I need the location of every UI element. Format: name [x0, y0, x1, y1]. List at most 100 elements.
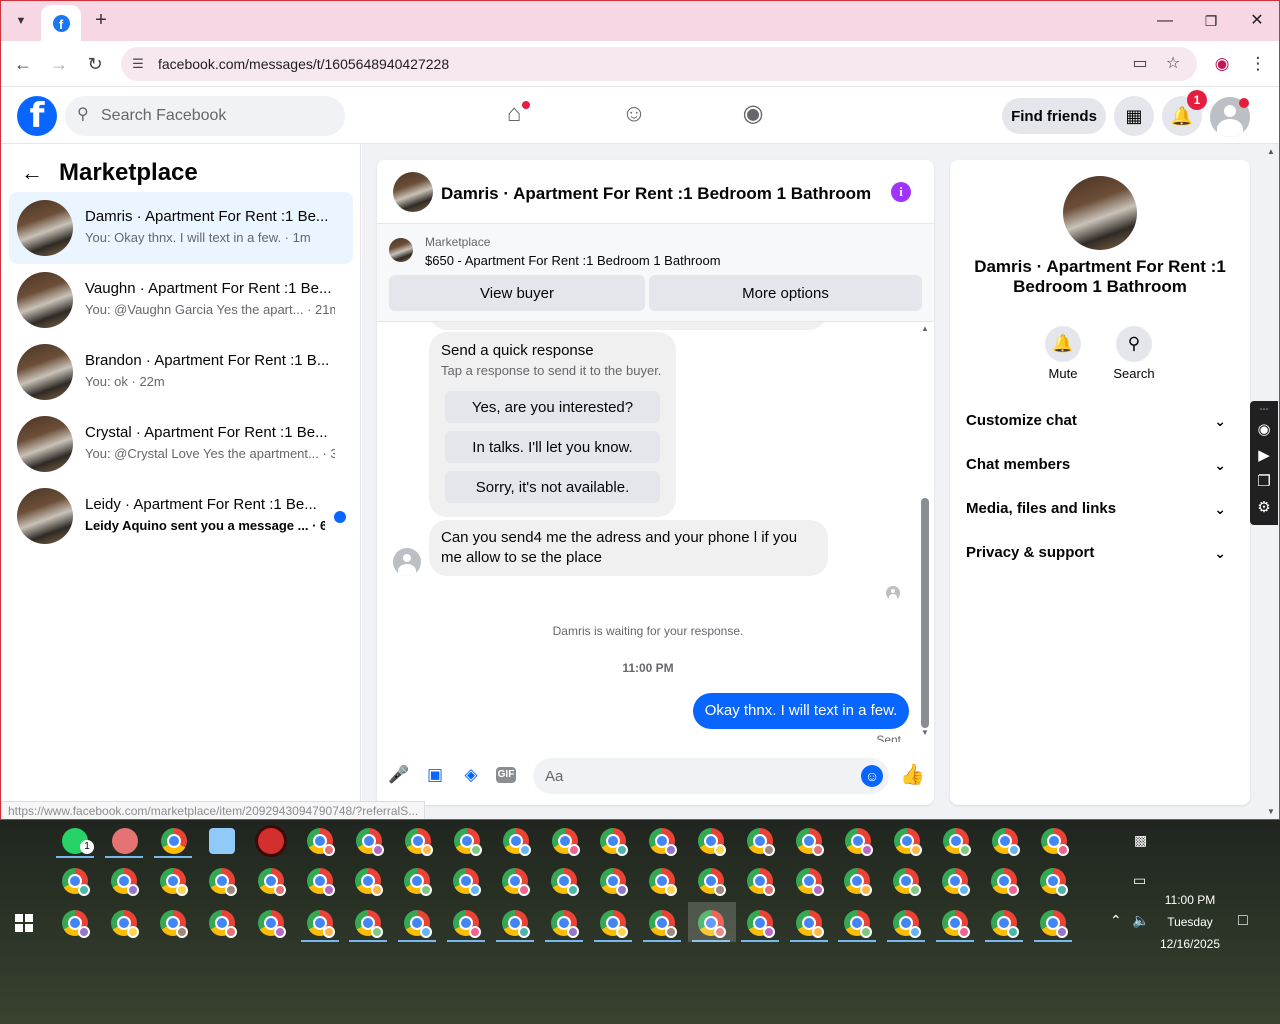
chrome-profile-icon[interactable] [1040, 910, 1068, 938]
profile-icon[interactable]: ◉ [1211, 53, 1233, 75]
chrome-profile-icon[interactable] [991, 828, 1020, 856]
quick-response-option[interactable]: Yes, are you interested? [445, 391, 660, 423]
info-avatar[interactable] [1063, 176, 1137, 250]
chrome-profile-icon[interactable] [306, 910, 335, 938]
clock-date[interactable]: 12/16/2025 [1150, 937, 1230, 951]
chrome-profile-icon[interactable] [306, 868, 335, 896]
chat-info-icon[interactable]: i [891, 182, 911, 202]
chrome-profile-icon[interactable] [453, 868, 482, 896]
install-app-icon[interactable]: ▭ [1130, 54, 1150, 74]
back-arrow-icon[interactable]: ← [21, 160, 43, 186]
address-bar[interactable]: ☰ facebook.com/messages/t/16056489404272… [121, 47, 1197, 81]
microphone-icon[interactable]: 🎤 [388, 764, 410, 786]
chrome-profile-icon[interactable] [942, 868, 971, 896]
window-capture-icon[interactable]: ❐ [1250, 469, 1278, 495]
link-icon[interactable]: ⋯ [1250, 401, 1278, 417]
chrome-profile-icon[interactable] [159, 910, 188, 938]
listing-thumbnail[interactable] [389, 238, 413, 262]
clock-time[interactable]: 11:00 PM [1150, 893, 1230, 907]
meet-now-icon[interactable]: ▩ [1134, 832, 1147, 849]
chrome-profile-icon[interactable] [599, 868, 628, 896]
forward-icon[interactable]: → [46, 51, 72, 77]
windows-start-icon[interactable] [15, 914, 33, 932]
chrome-profile-icon[interactable] [796, 828, 824, 856]
chat-members-section[interactable]: Chat members ⌄ [958, 445, 1242, 485]
chrome-profile-icon[interactable] [893, 868, 922, 896]
thumbs-up-icon[interactable]: 👍 [900, 764, 925, 786]
chrome-profile-icon[interactable] [746, 868, 775, 896]
bell-icon[interactable]: 🔔 [1045, 326, 1081, 362]
chrome-profile-icon[interactable] [600, 828, 629, 856]
chrome-profile-icon[interactable] [502, 910, 531, 938]
mute-action[interactable]: 🔔 Mute [1031, 326, 1095, 381]
chrome-profile-icon[interactable] [110, 868, 139, 896]
chrome-profile-icon[interactable] [991, 910, 1020, 938]
notepad-icon[interactable] [209, 828, 235, 854]
chat-title[interactable]: Damris · Apartment For Rent :1 Bedroom 1… [441, 184, 871, 204]
chrome-profile-icon[interactable] [257, 910, 286, 938]
volume-icon[interactable]: 🔈 [1132, 912, 1149, 929]
chrome-profile-icon[interactable] [551, 828, 580, 856]
chrome-profile-icon[interactable] [649, 828, 678, 856]
settings-gear-icon[interactable]: ⚙ [1250, 495, 1278, 521]
message-input[interactable] [533, 758, 889, 794]
menu-grid-icon[interactable]: ▦ [1114, 96, 1154, 136]
chrome-profile-icon[interactable] [404, 868, 433, 896]
privacy-support-section[interactable]: Privacy & support ⌄ [958, 533, 1242, 573]
chrome-profile-icon[interactable] [1040, 868, 1068, 896]
scroll-up-icon[interactable]: ▲ [920, 324, 930, 333]
chat-avatar[interactable] [393, 172, 433, 212]
minimize-icon[interactable]: — [1153, 9, 1177, 33]
chrome-profile-icon[interactable] [747, 828, 776, 856]
chrome-profile-icon[interactable] [208, 868, 237, 896]
chrome-profile-icon[interactable] [355, 910, 384, 938]
back-icon[interactable]: ← [10, 51, 36, 77]
conversation-item[interactable]: Brandon · Apartment For Rent :1 B... You… [9, 336, 353, 408]
quick-response-option[interactable]: In talks. I'll let you know. [445, 431, 660, 463]
chrome-profile-icon[interactable] [844, 828, 873, 856]
show-hidden-icons-chevron-up-icon[interactable]: ⌃ [1110, 912, 1122, 929]
chrome-profile-icon[interactable] [404, 828, 433, 856]
chrome-profile-icon[interactable] [551, 910, 579, 938]
chrome-profile-icon[interactable] [551, 868, 579, 896]
chrome-profile-icon[interactable] [893, 828, 922, 856]
groups-icon[interactable]: ◉ [739, 100, 767, 128]
chrome-profile-icon[interactable] [62, 910, 90, 938]
chrome-profile-icon[interactable] [502, 868, 531, 896]
reload-icon[interactable]: ↻ [82, 51, 108, 77]
chrome-profile-icon[interactable] [844, 868, 873, 896]
listing-title[interactable]: $650 - Apartment For Rent :1 Bedroom 1 B… [425, 253, 721, 268]
close-window-icon[interactable]: ✕ [1245, 9, 1269, 33]
photo-icon[interactable]: ▣ [424, 764, 446, 786]
chrome-profile-icon[interactable] [110, 910, 139, 938]
find-friends-button[interactable]: Find friends [1002, 98, 1106, 134]
chrome-profile-icon[interactable] [208, 910, 237, 938]
chrome-profile-icon[interactable] [502, 828, 531, 856]
chrome-profile-icon[interactable] [1040, 828, 1069, 856]
chrome-profile-icon[interactable] [648, 910, 677, 938]
camera-icon[interactable]: ◉ [1250, 417, 1278, 443]
bookmark-star-icon[interactable]: ☆ [1163, 54, 1183, 74]
tab-facebook[interactable]: f [41, 5, 81, 41]
browser-menu-icon[interactable]: ⋮ [1247, 53, 1269, 75]
chrome-profile-icon[interactable] [355, 828, 384, 856]
chrome-profile-icon[interactable] [159, 868, 188, 896]
chrome-profile-icon[interactable] [991, 868, 1020, 896]
media-files-section[interactable]: Media, files and links ⌄ [958, 489, 1242, 529]
site-info-icon[interactable]: ☰ [129, 55, 147, 73]
chrome-profile-icon[interactable] [62, 868, 90, 896]
conversation-item[interactable]: Damris · Apartment For Rent :1 Be... You… [9, 192, 353, 264]
page-scroll-down-icon[interactable]: ▼ [1267, 807, 1275, 816]
page-scroll-up-icon[interactable]: ▲ [1267, 147, 1275, 156]
chrome-profile-icon[interactable] [795, 910, 824, 938]
search-action[interactable]: ⚲ Search [1102, 326, 1166, 381]
conversation-item[interactable]: Crystal · Apartment For Rent :1 Be... Yo… [9, 408, 353, 480]
emoji-icon[interactable]: ☺ [861, 765, 883, 787]
chrome-profile-icon[interactable] [698, 828, 727, 856]
chrome-profile-icon[interactable] [599, 910, 628, 938]
sticker-icon[interactable]: ◈ [460, 764, 482, 786]
conversation-item[interactable]: Vaughn · Apartment For Rent :1 Be... You… [9, 264, 353, 336]
facebook-logo-icon[interactable]: f [17, 96, 57, 136]
maximize-icon[interactable]: ❐ [1199, 9, 1223, 33]
message-scrollbar[interactable]: ▲ ▼ [920, 324, 929, 740]
